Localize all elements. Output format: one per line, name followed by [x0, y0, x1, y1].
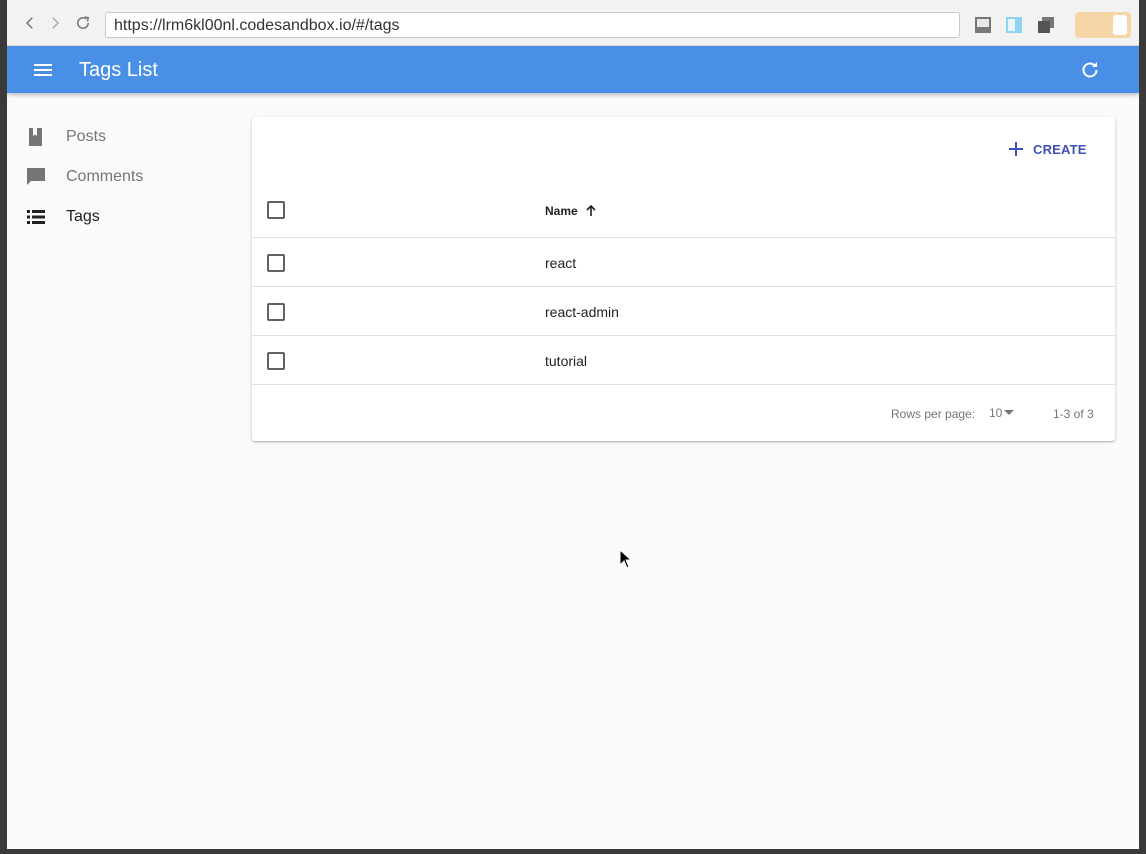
forward-button[interactable] — [45, 13, 65, 33]
sidebar-item-posts[interactable]: Posts — [7, 117, 237, 157]
mouse-cursor-icon — [619, 549, 633, 569]
book-icon — [29, 128, 42, 146]
row-checkbox[interactable] — [267, 254, 285, 272]
tag-name: react-admin — [545, 304, 619, 320]
rows-per-page-value: 10 — [989, 406, 1003, 420]
hamburger-menu-icon[interactable] — [31, 58, 55, 82]
row-checkbox[interactable] — [267, 352, 285, 370]
sidebar-item-label: Tags — [66, 208, 100, 225]
pagination: Rows per page: 10 1-3 of 3 — [252, 385, 1115, 441]
chevron-right-icon — [52, 17, 60, 29]
plus-icon — [1009, 142, 1023, 156]
caret-down-icon — [1004, 410, 1015, 415]
panel-bottom-icon[interactable] — [974, 16, 992, 34]
browser-window: https://lrm6kl00nl.codesandbox.io/#/tags… — [7, 0, 1139, 849]
theme-toggle[interactable] — [1075, 12, 1131, 38]
table-row[interactable]: tutorial — [252, 336, 1115, 385]
rows-per-page-select[interactable]: 10 — [989, 406, 1015, 420]
select-all-checkbox[interactable] — [267, 201, 285, 219]
tags-list-card: CREATE Name react react-admin tutorial R… — [252, 117, 1115, 441]
app-bar: Tags List — [7, 46, 1139, 93]
sidebar-item-label: Posts — [66, 128, 107, 145]
create-button-label: CREATE — [1033, 141, 1087, 157]
address-bar[interactable]: https://lrm6kl00nl.codesandbox.io/#/tags — [105, 12, 960, 38]
reload-icon — [77, 16, 90, 29]
sidebar-item-tags[interactable]: Tags — [7, 197, 237, 237]
tag-name: tutorial — [545, 353, 588, 369]
table-header: Name — [252, 183, 1115, 238]
arrow-up-icon — [586, 204, 596, 216]
panel-side-icon[interactable] — [1005, 16, 1023, 34]
table-row[interactable]: react — [252, 238, 1115, 287]
toggle-knob — [1113, 15, 1127, 35]
rows-per-page-label: Rows per page: — [891, 407, 976, 421]
chat-bubble-icon — [27, 168, 45, 185]
sidebar: Posts Comments Tags — [7, 117, 237, 237]
back-button[interactable] — [20, 13, 40, 33]
create-button[interactable]: CREATE — [1007, 137, 1087, 161]
browser-toolbar: https://lrm6kl00nl.codesandbox.io/#/tags — [7, 0, 1139, 46]
column-header-label: Name — [545, 204, 578, 218]
windows-icon[interactable] — [1037, 16, 1055, 34]
row-checkbox[interactable] — [267, 303, 285, 321]
sidebar-item-comments[interactable]: Comments — [7, 157, 237, 197]
pagination-range: 1-3 of 3 — [1053, 407, 1094, 421]
refresh-icon[interactable] — [1078, 58, 1102, 82]
column-header-name[interactable]: Name — [545, 204, 598, 218]
reload-button[interactable] — [73, 13, 93, 33]
tag-name: react — [545, 255, 577, 271]
page-title: Tags List — [79, 59, 158, 81]
table-row[interactable]: react-admin — [252, 287, 1115, 336]
chevron-left-icon — [25, 17, 33, 29]
sidebar-item-label: Comments — [66, 168, 144, 185]
list-icon — [27, 210, 45, 224]
